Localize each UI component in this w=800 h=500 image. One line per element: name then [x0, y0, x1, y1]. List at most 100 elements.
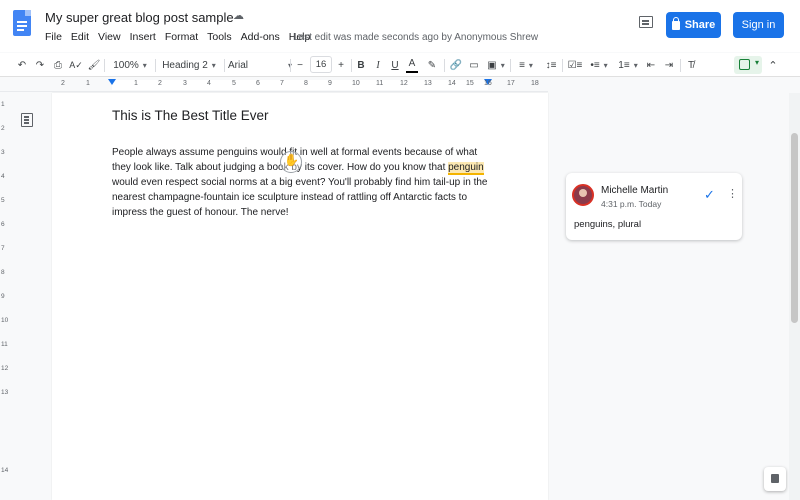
zoom-select[interactable]: 100%	[110, 53, 150, 77]
paint-format-icon[interactable]: 🖌	[86, 53, 102, 77]
insert-image-icon[interactable]: ▣	[484, 53, 508, 77]
docs-logo-icon[interactable]	[13, 10, 31, 36]
ruler-number: 9	[328, 80, 332, 87]
ruler-number: 4	[1, 173, 5, 180]
increase-indent-icon[interactable]: ⇥	[662, 53, 676, 77]
bulleted-list-icon[interactable]: •≡	[587, 53, 611, 77]
lock-icon	[671, 16, 680, 30]
more-options-icon[interactable]: ⋮	[727, 187, 738, 200]
font-select[interactable]: Arial	[228, 53, 292, 77]
comment-card[interactable]: Michelle Martin 4:31 p.m. Today ✓ ⋮ peng…	[566, 173, 742, 240]
add-comment-icon[interactable]: ▭	[467, 53, 481, 77]
ruler-number: 11	[1, 341, 8, 348]
ruler-number: 6	[256, 80, 260, 87]
italic-button[interactable]: I	[372, 53, 384, 77]
ruler-number: 3	[1, 149, 5, 156]
undo-icon[interactable]: ↶	[14, 53, 30, 77]
ruler-number: 5	[232, 80, 236, 87]
toolbar: ↶ ↷ ⎙ A✓ 🖌 100% Heading 2 Arial − 16 + B…	[0, 53, 800, 77]
ruler-number: 4	[207, 80, 211, 87]
hand-cursor-icon	[280, 151, 302, 173]
scrollbar-thumb[interactable]	[791, 133, 798, 323]
ruler-number: 10	[352, 80, 360, 87]
ruler-number: 1	[86, 80, 90, 87]
print-icon[interactable]: ⎙	[50, 53, 66, 77]
ruler-number: 12	[400, 80, 408, 87]
menu-edit[interactable]: Edit	[71, 31, 89, 43]
ruler-number: 15	[466, 80, 474, 87]
ruler-number: 13	[1, 389, 9, 396]
ruler-number: 2	[61, 80, 65, 87]
ruler-number: 1	[1, 101, 5, 108]
vertical-ruler[interactable]: 1 2 3 4 5 6 7 8 9 10 11 12 13 14	[0, 93, 10, 500]
highlight-color-icon[interactable]: ✎	[425, 53, 439, 77]
bold-button[interactable]: B	[355, 53, 367, 77]
redo-icon[interactable]: ↷	[32, 53, 48, 77]
pencil-icon	[739, 59, 750, 70]
explore-icon[interactable]	[764, 467, 786, 491]
ruler-number: 7	[280, 80, 284, 87]
ruler-number: 1	[134, 80, 138, 87]
resolve-check-icon[interactable]: ✓	[704, 187, 715, 203]
ruler-number: 8	[1, 269, 5, 276]
cloud-saved-icon[interactable]: ☁	[233, 11, 245, 22]
ruler-number: 17	[507, 80, 515, 87]
document-page[interactable]: This is The Best Title Ever People alway…	[52, 93, 548, 500]
menu-file[interactable]: File	[45, 31, 62, 43]
ruler-number: 8	[304, 80, 308, 87]
ruler-number: 2	[1, 125, 5, 132]
menu-tools[interactable]: Tools	[207, 31, 232, 43]
underline-button[interactable]: U	[389, 53, 401, 77]
paragraph-text: would even respect social norms at a big…	[112, 177, 488, 218]
last-edit-status[interactable]: Last edit was made seconds ago by Anonym…	[293, 32, 538, 43]
style-select[interactable]: Heading 2	[158, 53, 220, 77]
ruler-number: 13	[424, 80, 432, 87]
increase-font-size-button[interactable]: +	[335, 53, 347, 77]
comment-history-icon[interactable]	[639, 16, 653, 28]
clear-formatting-icon[interactable]: T̸	[684, 53, 698, 77]
document-title[interactable]: My super great blog post sample	[45, 10, 234, 25]
ruler-number: 7	[1, 245, 5, 252]
chevron-up-icon[interactable]: ⌃	[766, 53, 780, 77]
avatar	[572, 184, 594, 206]
decrease-indent-icon[interactable]: ⇤	[644, 53, 658, 77]
document-outline-icon[interactable]	[21, 113, 33, 127]
ruler-number: 5	[1, 197, 5, 204]
checklist-icon[interactable]: ☑≡	[567, 53, 583, 77]
style-value: Heading 2	[162, 59, 208, 71]
commented-text-highlight[interactable]: penguin	[448, 162, 484, 175]
comment-text: penguins, plural	[574, 219, 642, 230]
ruler-number: 11	[376, 80, 384, 87]
menu-format[interactable]: Format	[165, 31, 198, 43]
spellcheck-icon[interactable]: A✓	[68, 53, 84, 77]
scrollbar[interactable]	[789, 93, 800, 500]
sign-in-button[interactable]: Sign in	[733, 12, 784, 38]
ruler-number: 14	[448, 80, 456, 87]
decrease-font-size-button[interactable]: −	[294, 53, 306, 77]
ruler-number: 3	[183, 80, 187, 87]
numbered-list-icon[interactable]: 1≡	[615, 53, 641, 77]
menu-bar: File Edit View Insert Format Tools Add-o…	[45, 31, 319, 43]
align-icon[interactable]: ≡	[514, 53, 538, 77]
document-paragraph[interactable]: People always assume penguins would fit …	[112, 145, 492, 220]
link-icon[interactable]: 🔗	[449, 53, 463, 77]
ruler-number: 6	[1, 221, 5, 228]
line-spacing-icon[interactable]: ↕≡	[544, 53, 558, 77]
font-size-input[interactable]: 16	[310, 56, 332, 73]
ruler-number: 9	[1, 293, 5, 300]
ruler-number: 10	[1, 317, 9, 324]
text-color-button[interactable]: A	[406, 55, 418, 73]
menu-addons[interactable]: Add-ons	[241, 31, 280, 43]
ruler-number: 2	[158, 80, 162, 87]
header: My super great blog post sample ☁ File E…	[0, 0, 800, 52]
share-label: Share	[684, 19, 716, 31]
menu-view[interactable]: View	[98, 31, 121, 43]
horizontal-ruler[interactable]: 2 1 1 2 3 4 5 6 7 8 9 10 11 12 13 14 15 …	[0, 78, 548, 92]
editing-mode-button[interactable]: ▾	[734, 56, 762, 74]
left-indent-marker[interactable]	[108, 79, 116, 85]
document-heading[interactable]: This is The Best Title Ever	[112, 108, 269, 123]
comment-time: 4:31 p.m. Today	[601, 199, 662, 209]
share-button[interactable]: Share	[666, 12, 721, 38]
menu-insert[interactable]: Insert	[130, 31, 156, 43]
comment-author: Michelle Martin	[601, 185, 669, 196]
